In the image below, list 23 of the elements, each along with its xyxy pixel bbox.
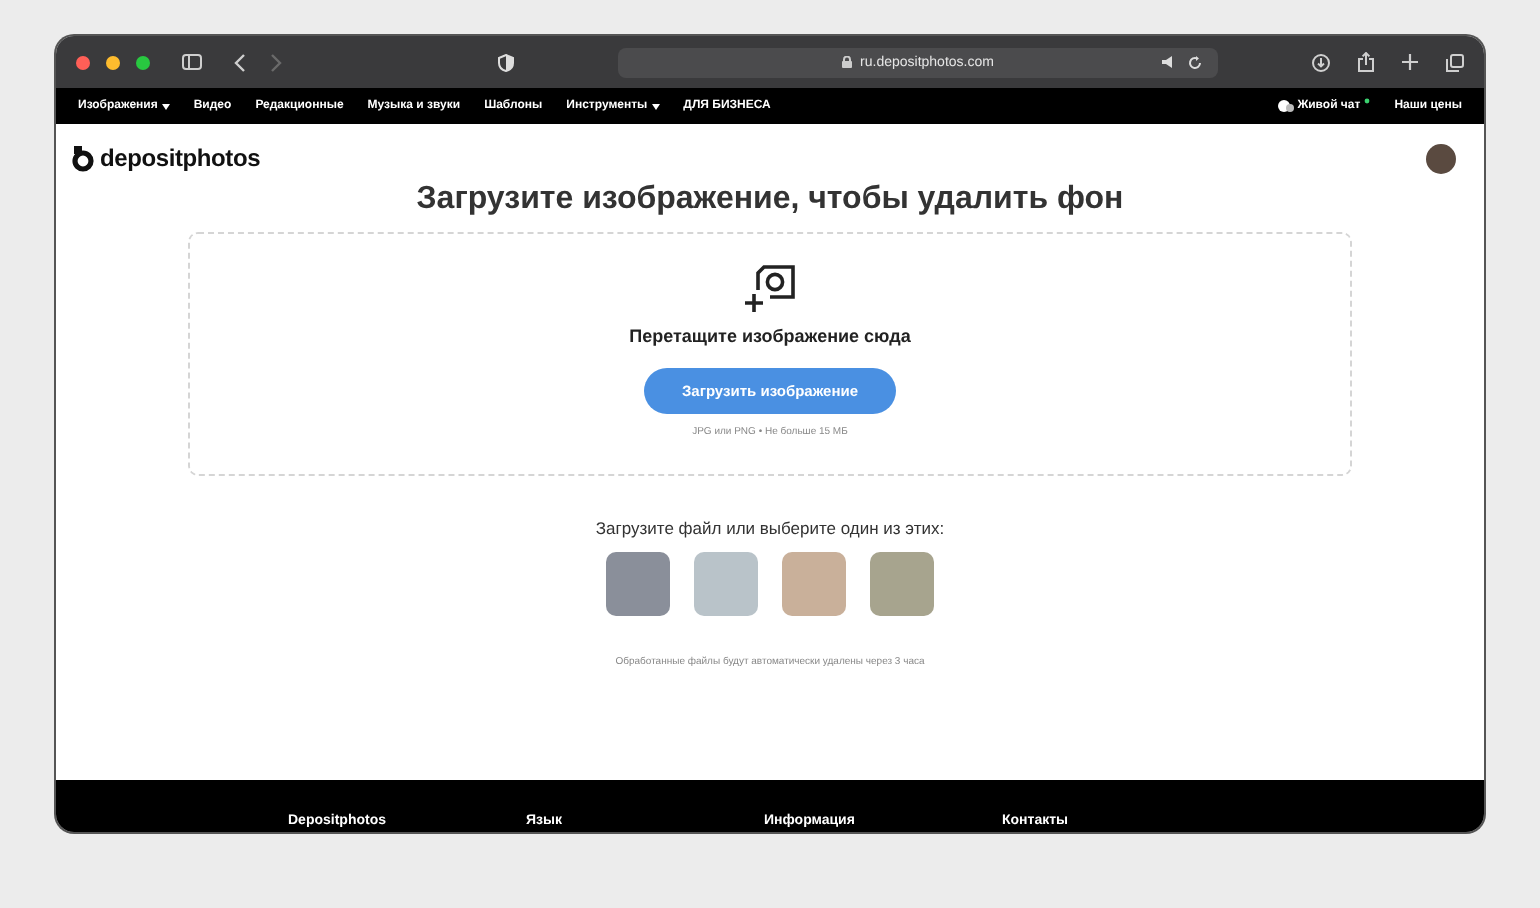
download-icon[interactable] [1312,53,1330,71]
sidebar-icon[interactable] [182,54,202,70]
caret-icon [651,103,660,109]
window-control-icon[interactable] [106,55,120,69]
lock-icon [842,56,853,68]
caret-icon [161,103,170,109]
shield-icon[interactable] [498,53,514,71]
speaker-icon[interactable] [1162,56,1174,68]
new-tab-icon[interactable] [1402,54,1418,70]
share-icon[interactable] [1358,52,1374,72]
online-dot-icon [1364,98,1371,104]
chat-icon[interactable] [1277,98,1294,114]
site-logo[interactable]: depositphotos [72,144,261,172]
samples-heading: Загрузите файл или выберите один из этих: [595,518,945,538]
tabs-overview-icon[interactable] [1446,53,1464,71]
page-title: Загрузите изображение, чтобы удалить фон [416,182,1124,218]
back-icon[interactable] [234,53,246,71]
window-control-icon[interactable] [76,55,90,69]
user-avatar[interactable] [1426,143,1456,173]
dropzone-prompt: Перетащите изображение сюда [629,326,911,346]
window-control-icon[interactable] [136,55,150,69]
reload-icon[interactable] [1188,55,1202,69]
add-photo-icon [743,264,797,314]
